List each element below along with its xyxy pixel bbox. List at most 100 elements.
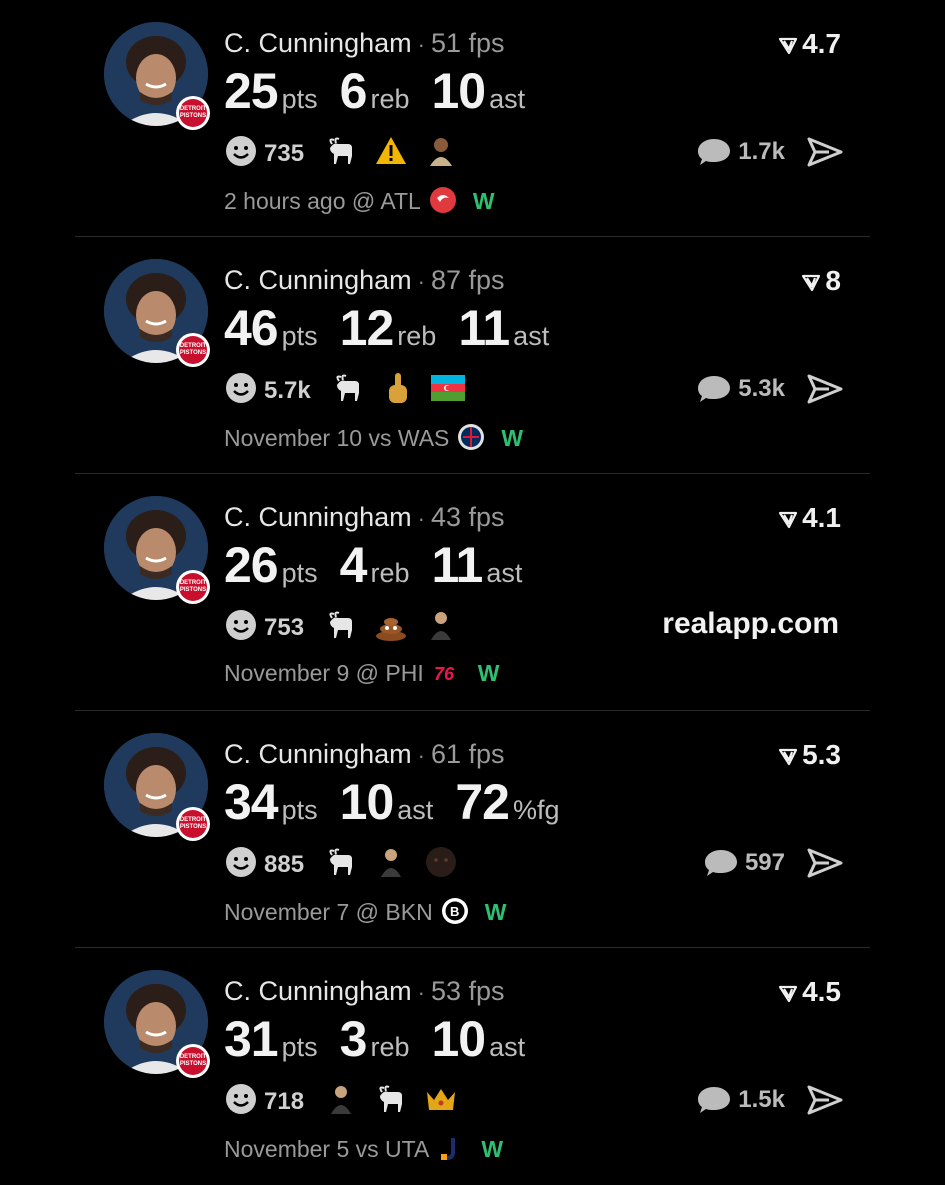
rating[interactable]: 5.3 [778,739,841,771]
stat: 11 ast [458,299,549,357]
poop-icon[interactable] [374,608,408,647]
svg-text:B: B [450,904,459,919]
stat-line: 26 pts 4 reb 11 ast [224,536,544,594]
dark-face-icon[interactable] [424,845,458,884]
comment-icon[interactable] [703,847,739,879]
post-card[interactable]: DETROIT PISTONS C. Cunningham · 53 fps 4.5 31 p… [0,948,945,1185]
game-result: W [477,660,500,687]
person-emoji-icon[interactable] [324,1082,358,1121]
person-emoji-icon[interactable] [424,608,458,647]
warning-icon[interactable] [374,134,408,173]
stat-value: 26 [224,537,279,593]
share-icon[interactable] [807,374,843,404]
pistons-logo-icon: DETROIT PISTONS [176,807,210,841]
reaction-count: 718 [264,1087,305,1115]
middle-finger-icon[interactable] [381,371,415,410]
game-info: 2 hours ago @ ATL [224,188,421,215]
comment-icon[interactable] [696,1084,732,1116]
game-result: W [501,425,524,452]
stat-line: 25 pts 6 reb 10 ast [224,62,547,120]
game-info: November 5 vs UTA [224,1136,430,1163]
reactions-bar: 735 [224,134,474,172]
player-name-line: C. Cunningham · 43 fps [224,502,505,533]
stat-value: 6 [339,63,368,119]
separator: · [417,32,425,57]
smiley-icon[interactable] [224,608,258,647]
stat-value: 10 [339,774,395,830]
feed: DETROIT PISTONS C. Cunningham · 51 fps 4.7 25 p… [0,0,945,1182]
player-name-line: C. Cunningham · 61 fps [224,739,505,770]
stat: 72 %fg [455,773,559,831]
rating-arrow-icon [802,274,821,291]
reaction-count: 753 [264,613,305,641]
stat: 26 pts [224,536,318,594]
stat-value: 4 [339,537,368,593]
stat: 3 reb [340,1010,410,1068]
stat-value: 31 [224,1011,279,1067]
player-emoji-icon[interactable] [424,134,458,173]
rating[interactable]: 4.7 [778,28,841,60]
stat-unit: ast [397,795,434,825]
goat-icon[interactable] [324,608,358,647]
comment-icon[interactable] [696,373,732,405]
stat-value: 72 [455,774,510,830]
share-icon[interactable] [807,137,843,167]
player-name[interactable]: C. Cunningham [224,265,412,295]
stat-value: 10 [431,63,487,119]
pistons-logo-icon: DETROIT PISTONS [176,570,210,604]
crown-icon[interactable] [424,1084,458,1119]
stat-unit: pts [281,795,318,825]
comment-count: 597 [744,849,785,876]
smiley-icon[interactable] [224,134,258,173]
post-card[interactable]: DETROIT PISTONS C. Cunningham · 43 fps 4.1 26 p… [0,474,945,711]
comment-icon[interactable] [696,136,732,168]
pistons-logo-icon: DETROIT PISTONS [176,1044,210,1078]
comment-count: 1.7k [738,138,785,165]
post-card[interactable]: DETROIT PISTONS C. Cunningham · 61 fps 5.3 34 p… [0,711,945,948]
stat-line: 31 pts 3 reb 10 ast [224,1010,547,1068]
player-name[interactable]: C. Cunningham [224,28,412,58]
share-icon[interactable] [807,848,843,878]
game-meta: November 7 @ BKN B W [224,897,506,931]
fps-score: 61 fps [430,739,505,769]
person-emoji-icon[interactable] [374,845,408,884]
player-name[interactable]: C. Cunningham [224,976,412,1006]
rating[interactable]: 4.5 [778,976,841,1008]
rating-arrow-icon [778,985,798,1002]
azerbaijan-flag-icon[interactable] [430,375,465,406]
comment-count: 5.3k [738,375,785,402]
post-card[interactable]: DETROIT PISTONS C. Cunningham · 51 fps 4.7 25 p… [0,0,945,237]
stat-unit: pts [281,321,318,351]
comments-area: 5.3k [696,373,843,405]
goat-icon[interactable] [324,845,358,884]
stat-value: 10 [431,1011,487,1067]
goat-icon[interactable] [331,371,365,410]
player-name[interactable]: C. Cunningham [224,502,412,532]
fps-score: 43 fps [430,502,505,532]
game-meta: November 10 vs WAS W [224,423,523,457]
goat-icon[interactable] [324,134,358,173]
smiley-icon[interactable] [224,371,258,410]
comments-area: 1.5k [696,1084,843,1116]
game-result: W [484,899,507,926]
goat-icon[interactable] [374,1082,408,1121]
share-icon[interactable] [807,1085,843,1115]
fps-score: 53 fps [430,976,505,1006]
rating[interactable]: 4.1 [778,502,841,534]
stat-value: 12 [339,300,395,356]
stat: 25 pts [224,62,318,120]
76ers-logo-icon: 76 [432,660,462,690]
rating[interactable]: 8 [801,265,841,297]
fps-score: 87 fps [430,265,505,295]
hawks-logo-icon [429,186,457,220]
reactions-bar: 753 [224,608,474,646]
smiley-icon[interactable] [224,845,258,884]
promo-link[interactable]: realapp.com [662,607,839,641]
stat-unit: ast [486,558,523,588]
smiley-icon[interactable] [224,1082,258,1121]
reaction-count: 5.7k [264,376,311,404]
reactions-bar: 5.7k [224,371,481,409]
post-card[interactable]: DETROIT PISTONS C. Cunningham · 87 fps 8 46 pts… [0,237,945,474]
stat-value: 46 [224,300,279,356]
player-name[interactable]: C. Cunningham [224,739,412,769]
